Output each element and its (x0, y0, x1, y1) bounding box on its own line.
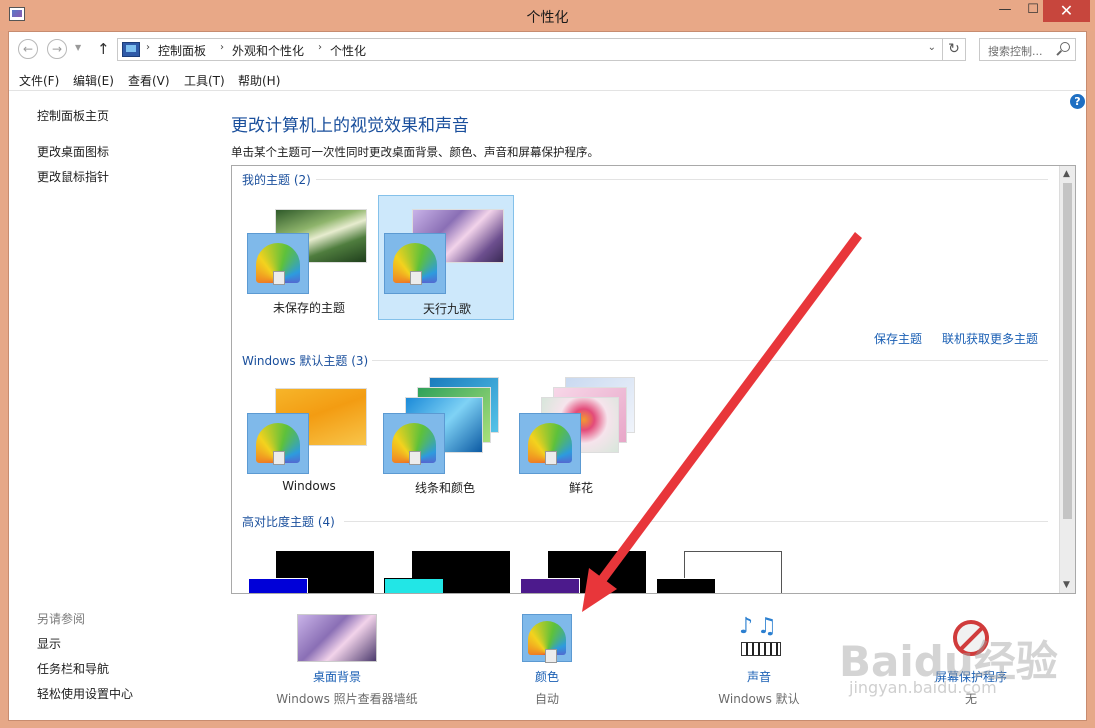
sidebar-link-ease-of-access[interactable]: 轻松使用设置中心 (37, 685, 133, 702)
theme-label: 未保存的主题 (272, 301, 345, 315)
high-contrast-2-window-preview (384, 578, 444, 593)
color-link[interactable]: 颜色 (507, 668, 587, 685)
chevron-right-icon[interactable]: › (220, 42, 224, 53)
theme-lines-and-colors[interactable]: 线条和颜色 (377, 375, 513, 500)
theme-list-panel: ▲ ▼ 我的主题 (2) 未保存的主题 天行九歌 保存主题 联机获取更多主题 W… (231, 165, 1076, 594)
chevron-right-icon[interactable]: › (318, 42, 322, 53)
high-contrast-1-window-preview (248, 578, 308, 593)
sidebar-link-desktop-icons[interactable]: 更改桌面图标 (37, 143, 109, 160)
high-contrast-black-window-preview (520, 578, 580, 593)
refresh-button[interactable]: ↻ (943, 38, 966, 61)
menu-edit[interactable]: 编辑(E) (73, 72, 114, 89)
section-divider (316, 179, 1048, 180)
color-palette-icon (519, 413, 581, 474)
breadcrumb-control-panel[interactable]: 控制面板 (158, 42, 206, 59)
sidebar-link-taskbar[interactable]: 任务栏和导航 (37, 660, 109, 677)
control-panel-icon (122, 42, 140, 57)
help-icon[interactable]: ? (1070, 94, 1085, 109)
forward-button[interactable]: → (47, 39, 67, 59)
desktop-background-value: Windows 照片查看器墙纸 (276, 692, 418, 706)
sidebar-link-control-panel-home[interactable]: 控制面板主页 (37, 107, 109, 124)
up-button[interactable]: ↑ (97, 40, 110, 58)
search-placeholder: 搜索控制... (988, 45, 1043, 58)
menu-view[interactable]: 查看(V) (128, 72, 170, 89)
vertical-scrollbar[interactable]: ▲ ▼ (1059, 166, 1075, 593)
sound-link[interactable]: 声音 (709, 668, 809, 685)
scroll-down-icon[interactable]: ▼ (1063, 580, 1070, 590)
page-title: 更改计算机上的视觉效果和声音 (231, 116, 469, 136)
high-contrast-white-window-preview (656, 578, 716, 593)
section-divider (344, 521, 1048, 522)
theme-unsaved[interactable]: 未保存的主题 (241, 195, 377, 320)
color-palette-icon (247, 233, 309, 294)
music-notes-icon: ♪ ♫ (737, 614, 783, 662)
desktop-background-thumbnail (297, 614, 377, 662)
theme-label: Windows (282, 479, 336, 493)
title-bar: 个性化 — ☐ ✕ (0, 0, 1095, 31)
menu-file[interactable]: 文件(F) (19, 72, 59, 89)
color-palette-icon (522, 614, 572, 663)
desktop-background-link[interactable]: 桌面背景 (267, 668, 407, 685)
save-theme-link[interactable]: 保存主题 (874, 330, 922, 347)
window-title: 个性化 (526, 10, 569, 26)
breadcrumb-appearance[interactable]: 外观和个性化 (232, 42, 304, 59)
back-button[interactable]: ← (18, 39, 38, 59)
section-divider (372, 360, 1048, 361)
menu-tools[interactable]: 工具(T) (184, 72, 225, 89)
theme-windows[interactable]: Windows (241, 375, 377, 500)
color-palette-icon (247, 413, 309, 474)
sound-value: Windows 默认 (718, 692, 800, 706)
theme-flowers[interactable]: 鲜花 (513, 375, 649, 500)
chevron-right-icon[interactable]: › (146, 42, 150, 53)
address-bar[interactable]: › 控制面板 › 外观和个性化 › 个性化 ⌄ (117, 38, 943, 61)
theme-label: 线条和颜色 (414, 481, 475, 495)
minimize-button[interactable]: — (990, 0, 1020, 22)
get-more-themes-link[interactable]: 联机获取更多主题 (942, 330, 1038, 347)
see-also-heading: 另请参阅 (37, 612, 86, 626)
navigation-bar: ← → ▼ ↑ › 控制面板 › 外观和个性化 › 个性化 ⌄ ↻ 搜索控制..… (9, 32, 1086, 67)
search-input[interactable]: 搜索控制... (979, 38, 1076, 61)
section-windows-default-themes: Windows 默认主题 (3) (242, 354, 369, 368)
sidebar-link-mouse-pointers[interactable]: 更改鼠标指针 (37, 168, 109, 185)
menu-bar: 文件(F) 编辑(E) 查看(V) 工具(T) 帮助(H) (9, 67, 1086, 91)
personalization-window: ← → ▼ ↑ › 控制面板 › 外观和个性化 › 个性化 ⌄ ↻ 搜索控制..… (8, 31, 1087, 721)
scroll-thumb[interactable] (1063, 183, 1072, 519)
scroll-up-icon[interactable]: ▲ (1063, 169, 1070, 179)
recent-locations-icon[interactable]: ▼ (75, 43, 81, 52)
search-icon[interactable] (1060, 42, 1070, 52)
page-subtitle: 单击某个主题可一次性同时更改桌面背景、颜色、声音和屏幕保护程序。 (231, 145, 599, 159)
color-palette-icon (384, 233, 446, 294)
section-high-contrast-themes: 高对比度主题 (4) (242, 515, 335, 529)
close-button[interactable]: ✕ (1043, 0, 1090, 22)
baidu-watermark-url: jingyan.baidu.com (849, 678, 997, 697)
color-value: 自动 (534, 692, 559, 706)
menu-help[interactable]: 帮助(H) (238, 72, 280, 89)
theme-label: 鲜花 (568, 481, 593, 495)
color-palette-icon (383, 413, 445, 474)
theme-tianxing-jiuge[interactable]: 天行九歌 (378, 195, 514, 320)
breadcrumb-personalization[interactable]: 个性化 (330, 42, 366, 59)
theme-label: 天行九歌 (422, 302, 471, 316)
sidebar-link-display[interactable]: 显示 (37, 635, 61, 652)
chevron-down-icon[interactable]: ⌄ (928, 42, 936, 53)
section-my-themes: 我的主题 (2) (242, 173, 311, 187)
